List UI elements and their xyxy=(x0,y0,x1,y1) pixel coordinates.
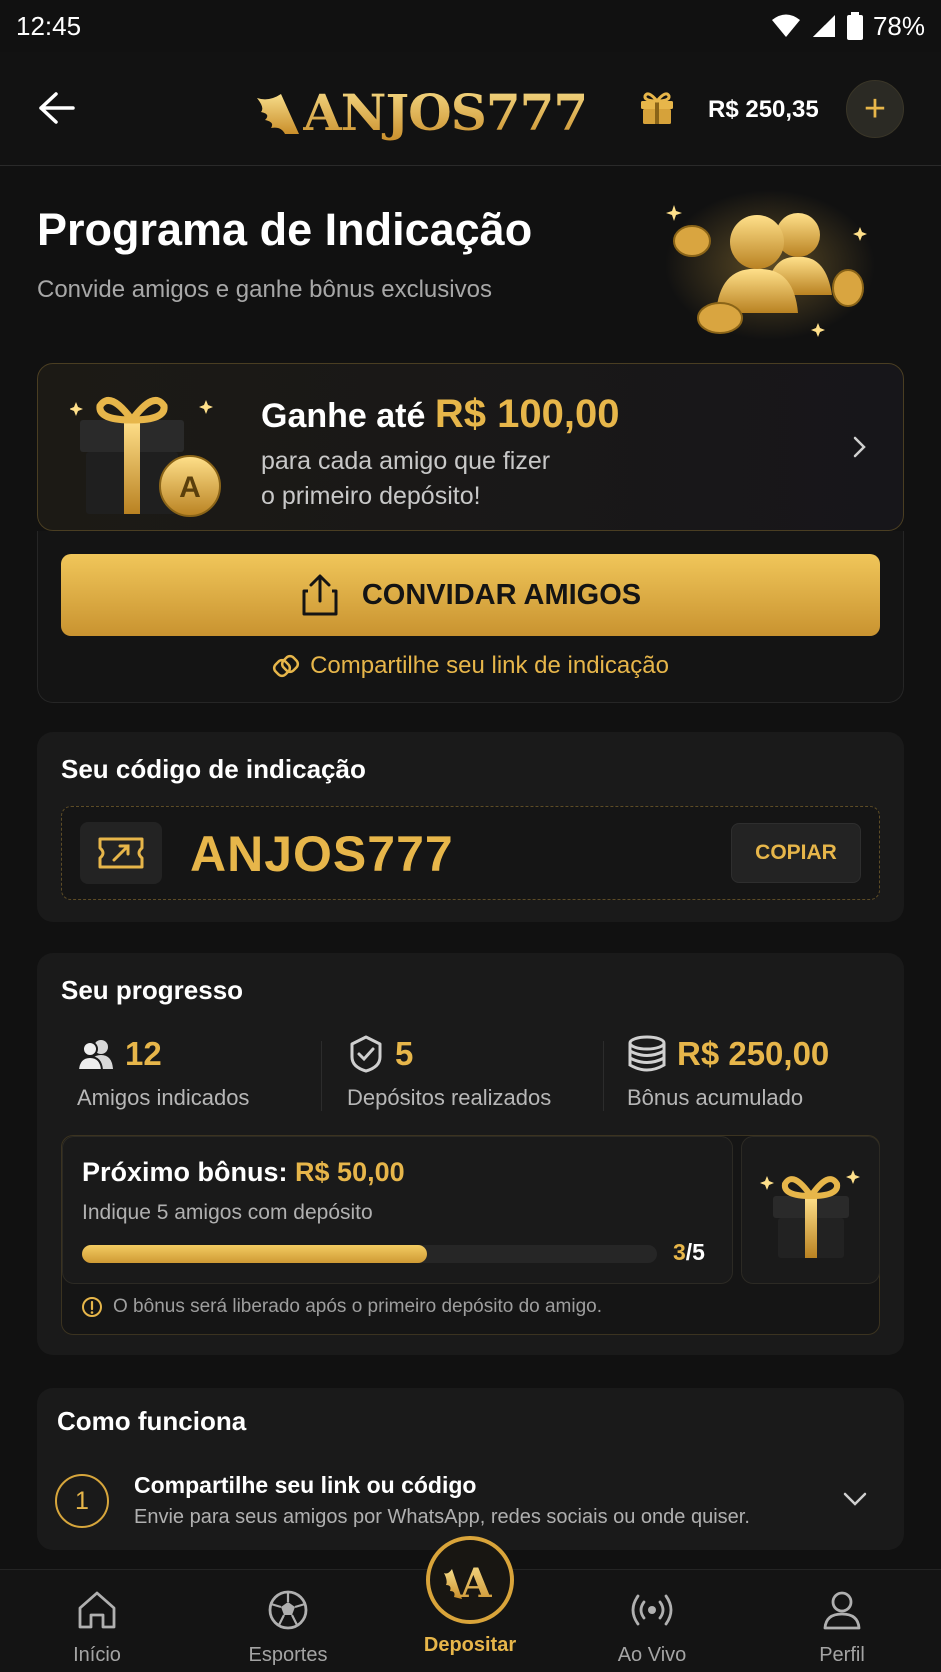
promo-headline: Ganhe até R$ 100,00 xyxy=(261,392,619,437)
share-link-label: Compartilhe seu link de indicação xyxy=(310,652,669,679)
logo-text: ANJOS777 xyxy=(303,82,588,142)
stat-bonus: R$ 250,00 Bônus acumulado xyxy=(627,1035,829,1111)
promo-amount: R$ 100,00 xyxy=(434,392,620,436)
nav-label-inicio: Início xyxy=(73,1644,121,1666)
plus-icon: + xyxy=(863,88,887,130)
progress-bar-fill xyxy=(82,1245,427,1263)
promo-desc-line-1: para cada amigo que fizer xyxy=(261,447,551,475)
invite-button-label: CONVIDAR AMIGOS xyxy=(361,578,642,611)
next-bonus-subtitle: Indique 5 amigos com depósito xyxy=(82,1201,373,1224)
home-icon xyxy=(78,1591,116,1629)
ticket-icon xyxy=(80,822,162,884)
coin-stack-icon xyxy=(628,1035,666,1072)
referral-code-field: ANJOS777 COPIAR xyxy=(61,806,880,900)
app-header: ANJOS777 R$ 250,35 + xyxy=(0,52,941,166)
chevron-right-icon[interactable] xyxy=(849,434,869,460)
nav-item-depositar[interactable]: A Depositar xyxy=(420,1536,520,1657)
anjos-logo-icon: A xyxy=(444,1560,492,1605)
nav-label-esportes: Esportes xyxy=(248,1644,328,1666)
status-icons: 78% xyxy=(771,11,925,42)
stat-bonus-value: R$ 250,00 xyxy=(677,1035,830,1072)
verified-badge-icon xyxy=(350,1035,382,1073)
gift-icon[interactable] xyxy=(638,88,676,126)
promo-desc-line-2: o primeiro depósito! xyxy=(261,482,481,510)
referral-code-title: Seu código de indicação xyxy=(61,754,366,784)
info-icon xyxy=(82,1297,102,1317)
live-broadcast-icon xyxy=(631,1594,673,1626)
wallet-balance[interactable]: R$ 250,35 xyxy=(708,96,819,124)
invite-friends-button[interactable]: CONVIDAR AMIGOS xyxy=(61,554,880,636)
progress-total: /5 xyxy=(685,1239,705,1265)
nav-label-perfil: Perfil xyxy=(819,1644,865,1666)
step-description: Envie para seus amigos por WhatsApp, red… xyxy=(134,1506,750,1528)
status-bar: 12:45 78% xyxy=(0,0,941,52)
divider xyxy=(321,1041,322,1111)
add-funds-button[interactable]: + xyxy=(846,80,904,138)
progress-count: 3/5 xyxy=(673,1239,705,1266)
wifi-icon xyxy=(771,14,800,37)
stat-friends-label: Amigos indicados xyxy=(77,1085,250,1110)
chevron-down-icon[interactable] xyxy=(842,1490,868,1508)
users-icon xyxy=(77,1040,113,1071)
copy-code-button[interactable]: COPIAR xyxy=(731,823,861,883)
stat-bonus-label: Bônus acumulado xyxy=(627,1085,804,1110)
battery-level: 78% xyxy=(872,10,925,41)
progress-bar xyxy=(82,1245,657,1263)
back-arrow-icon[interactable] xyxy=(36,90,76,126)
next-bonus-panel: Próximo bônus: R$ 50,00 Indique 5 amigos… xyxy=(62,1136,733,1284)
brand-logo: ANJOS777 xyxy=(255,82,588,142)
divider xyxy=(603,1041,604,1111)
bonus-info-note: O bônus será liberado após o primeiro de… xyxy=(81,1296,602,1318)
stat-deposits-value: 5 xyxy=(395,1035,414,1072)
progress-card: Seu progresso 12 Amigos indicados 5 Depó… xyxy=(37,953,904,1355)
fab-letter: A xyxy=(459,1560,492,1605)
promo-description: para cada amigo que fizer o primeiro dep… xyxy=(261,444,550,514)
next-bonus-box: Próximo bônus: R$ 50,00 Indique 5 amigos… xyxy=(61,1135,880,1335)
gift-coin-illustration: A xyxy=(70,396,221,517)
nav-label-ao-vivo: Ao Vivo xyxy=(617,1644,687,1666)
nav-label-depositar: Depositar xyxy=(423,1634,517,1656)
stat-friends-value: 12 xyxy=(125,1035,162,1072)
nav-item-perfil[interactable]: Perfil xyxy=(762,1588,922,1667)
referral-code-card: Seu código de indicação ANJOS777 COPIAR xyxy=(37,732,904,922)
progress-title: Seu progresso xyxy=(61,975,244,1005)
signal-icon xyxy=(812,15,835,37)
bonus-info-text: O bônus será liberado após o primeiro de… xyxy=(113,1296,603,1317)
user-icon xyxy=(823,1591,861,1630)
step-title: Compartilhe seu link ou código xyxy=(134,1472,477,1498)
coin-letter: A xyxy=(179,471,201,504)
page-subtitle: Convide amigos e ganhe bônus exclusivos xyxy=(37,276,492,303)
share-link[interactable]: Compartilhe seu link de indicação xyxy=(0,652,941,680)
referral-promo-card[interactable]: A Ganhe até R$ 100,00 para cada amigo qu… xyxy=(37,363,904,531)
page-title: Programa de Indicação xyxy=(37,204,533,255)
next-bonus-gift xyxy=(741,1136,880,1284)
deposit-fab[interactable]: A xyxy=(426,1536,514,1624)
gift-box-icon xyxy=(759,1170,860,1258)
referral-code-value: ANJOS777 xyxy=(190,826,454,882)
step-number: 1 xyxy=(55,1474,109,1528)
nav-item-inicio[interactable]: Início xyxy=(17,1588,177,1667)
progress-current: 3 xyxy=(673,1239,686,1265)
stat-deposits: 5 Depósitos realizados xyxy=(347,1035,551,1111)
nav-item-esportes[interactable]: Esportes xyxy=(208,1588,368,1667)
bottom-navigation: Início Esportes A Depositar Ao Vivo Perf… xyxy=(0,1536,941,1672)
stat-deposits-label: Depósitos realizados xyxy=(347,1085,552,1110)
how-it-works-card: Como funciona 1 Compartilhe seu link ou … xyxy=(37,1388,904,1550)
status-time: 12:45 xyxy=(16,10,82,41)
next-bonus-label: Próximo bônus: xyxy=(82,1157,288,1187)
next-bonus-title: Próximo bônus: R$ 50,00 xyxy=(82,1157,405,1188)
share-icon xyxy=(302,574,338,616)
link-icon xyxy=(272,654,300,678)
promo-prefix: Ganhe até xyxy=(261,397,426,435)
how-it-works-title: Como funciona xyxy=(57,1406,247,1436)
friends-coins-illustration xyxy=(665,190,875,340)
next-bonus-amount: R$ 50,00 xyxy=(295,1157,405,1187)
nav-item-ao-vivo[interactable]: Ao Vivo xyxy=(572,1588,732,1667)
battery-icon xyxy=(846,12,863,40)
soccer-ball-icon xyxy=(268,1590,308,1630)
wing-icon xyxy=(257,94,299,134)
stat-friends: 12 Amigos indicados xyxy=(77,1035,249,1111)
